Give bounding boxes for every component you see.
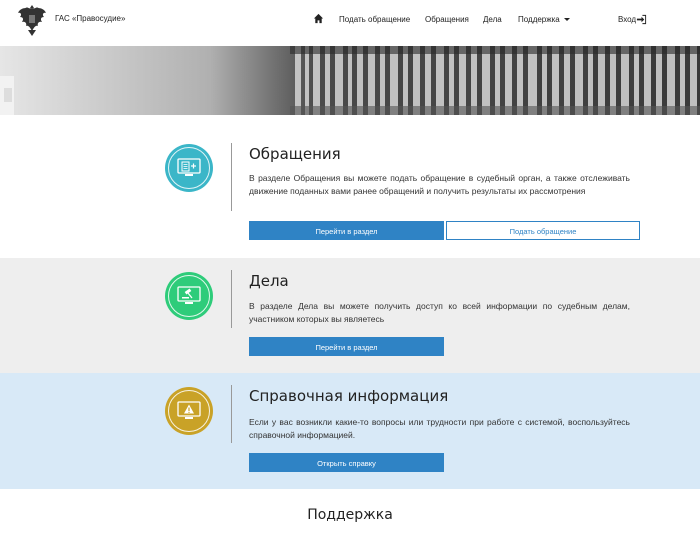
nav-appeals[interactable]: Обращения bbox=[425, 15, 469, 24]
caret-down-icon bbox=[563, 18, 570, 22]
top-header: ГАС «Правосудие» Подать обращение Обраще… bbox=[0, 0, 700, 46]
hero-banner-image bbox=[0, 46, 700, 115]
cases-title: Дела bbox=[249, 272, 289, 290]
support-title: Поддержка bbox=[307, 507, 393, 523]
appeals-title: Обращения bbox=[249, 145, 341, 163]
monitor-gavel-icon bbox=[177, 286, 201, 304]
sign-in-icon[interactable] bbox=[636, 14, 647, 25]
help-title: Справочная информация bbox=[249, 387, 449, 405]
cases-badge bbox=[165, 272, 213, 320]
cases-section: Дела В разделе Дела вы можете получить д… bbox=[0, 258, 700, 373]
appeals-go-button[interactable]: Перейти в раздел bbox=[249, 221, 444, 240]
home-icon[interactable] bbox=[313, 13, 324, 24]
nav-login[interactable]: Вход bbox=[618, 15, 636, 24]
appeals-badge bbox=[165, 144, 213, 192]
nav-support-label: Поддержка bbox=[518, 15, 560, 24]
divider bbox=[231, 270, 232, 328]
cases-description: В разделе Дела вы можете получить доступ… bbox=[249, 301, 630, 324]
appeals-section: Обращения В разделе Обращения вы можете … bbox=[0, 115, 700, 258]
cases-go-button[interactable]: Перейти в раздел bbox=[249, 337, 444, 356]
support-section: Поддержка bbox=[0, 489, 700, 538]
nav-submit-appeal[interactable]: Подать обращение bbox=[339, 15, 410, 24]
nav-cases[interactable]: Дела bbox=[483, 15, 502, 24]
nav-support-dropdown[interactable]: Поддержка bbox=[518, 15, 570, 24]
help-description: Если у вас возникли какие-то вопросы или… bbox=[249, 417, 630, 440]
divider bbox=[231, 143, 232, 211]
monitor-document-icon bbox=[177, 158, 201, 176]
submit-appeal-button[interactable]: Подать обращение bbox=[446, 221, 640, 240]
divider bbox=[231, 385, 232, 443]
main-nav: Подать обращение Обращения Дела Поддержк… bbox=[0, 13, 700, 27]
help-section: Справочная информация Если у вас возникл… bbox=[0, 373, 700, 489]
monitor-warning-icon bbox=[177, 401, 201, 419]
open-help-button[interactable]: Открыть справку bbox=[249, 453, 444, 472]
appeals-description: В разделе Обращения вы можете подать обр… bbox=[249, 173, 630, 196]
help-badge bbox=[165, 387, 213, 435]
